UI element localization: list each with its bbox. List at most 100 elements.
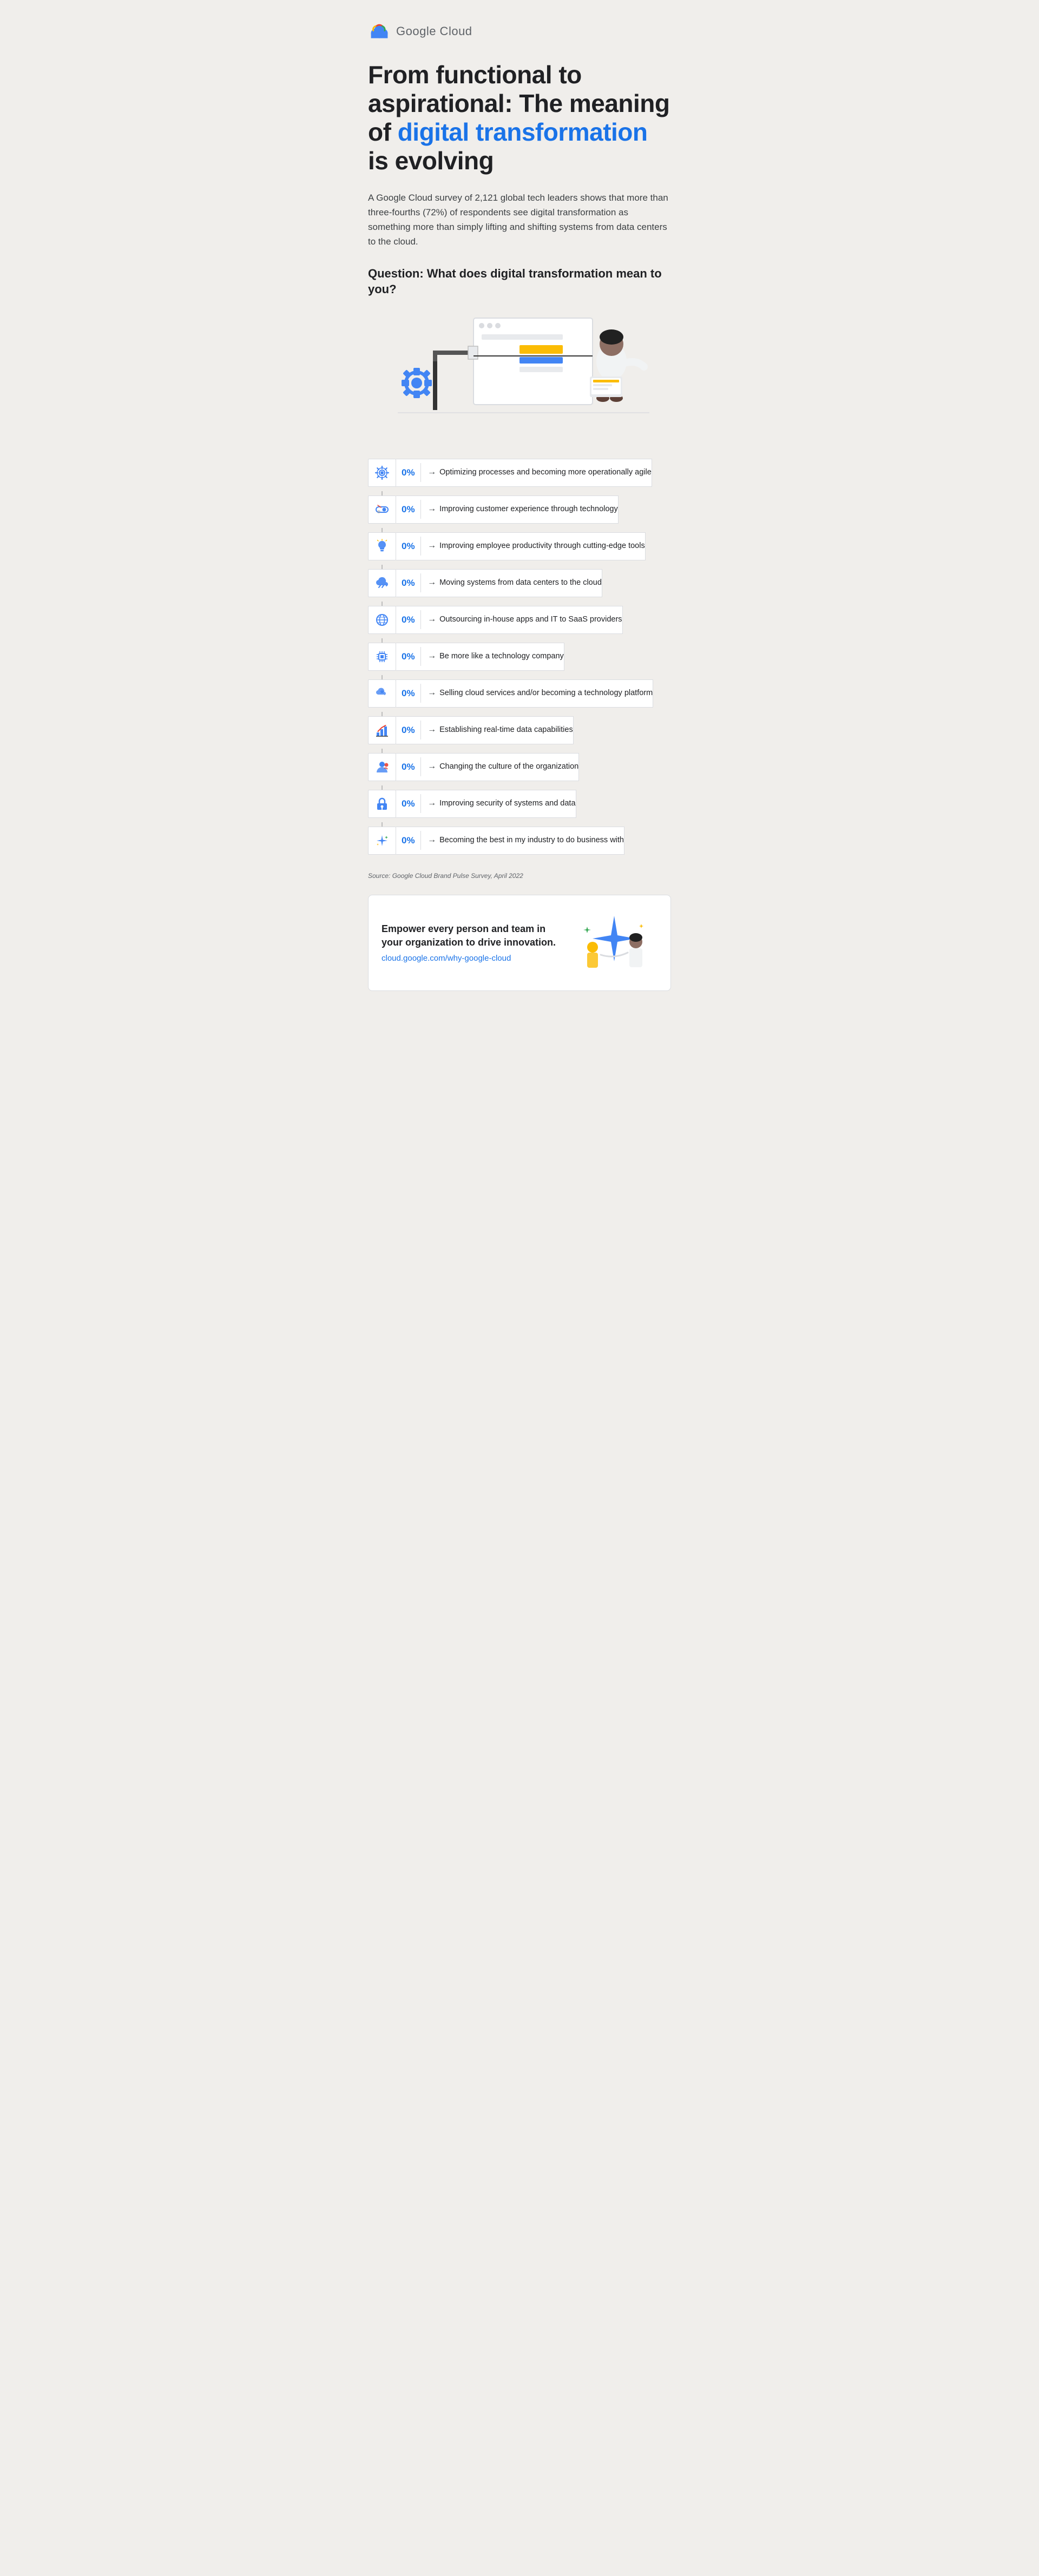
list-item: 0% → Outsourcing in-house apps and IT to…	[368, 606, 671, 643]
star-cloud-icon	[374, 686, 390, 701]
bar-section-3: 0% → Improving employee productivity thr…	[396, 532, 646, 560]
bar-section-8: 0% → Establishing real-time data capabil…	[396, 716, 574, 744]
list-item: 0% → Improving customer experience throu…	[368, 496, 671, 532]
pct-3: 0%	[396, 541, 420, 552]
header: Google Cloud	[368, 22, 671, 41]
icon-box-6	[368, 643, 396, 671]
icon-box-2	[368, 496, 396, 524]
pct-5: 0%	[396, 615, 420, 625]
pct-10: 0%	[396, 798, 420, 809]
question: Question: What does digital transformati…	[368, 266, 671, 297]
bar-section-6: 0% → Be more like a technology company	[396, 643, 564, 671]
pct-7: 0%	[396, 688, 420, 699]
icon-box-10	[368, 790, 396, 818]
illustration	[368, 313, 671, 453]
label-4: → Moving systems from data centers to th…	[421, 577, 602, 589]
label-8: → Establishing real-time data capabiliti…	[421, 724, 573, 736]
chart-row-6: 0% → Be more like a technology company	[368, 643, 564, 671]
page: Google Cloud From functional to aspirati…	[341, 0, 698, 1013]
icon-box-11	[368, 827, 396, 855]
icon-connector	[368, 565, 396, 569]
chart-row-9: 0% → Changing the culture of the organiz…	[368, 753, 579, 781]
list-item: 0% → Establishing real-time data capabil…	[368, 716, 671, 753]
label-7: → Selling cloud services and/or becoming…	[421, 688, 653, 699]
title-part2: is evolving	[368, 147, 494, 175]
cta-illustration	[571, 910, 657, 975]
chart-row-1: 0% → Optimizing processes and becoming m…	[368, 459, 652, 487]
pct-11: 0%	[396, 835, 420, 846]
list-item: 0% → Improving security of systems and d…	[368, 790, 671, 827]
icon-connector	[368, 712, 396, 716]
chart-row-10: 0% → Improving security of systems and d…	[368, 790, 576, 818]
chart-row-4: 0% → Moving systems from data centers to…	[368, 569, 602, 597]
list-item: 0% → Optimizing processes and becoming m…	[368, 459, 671, 496]
bar-section-9: 0% → Changing the culture of the organiz…	[396, 753, 579, 781]
cta-link[interactable]: cloud.google.com/why-google-cloud	[382, 954, 560, 963]
label-1: → Optimizing processes and becoming more…	[421, 467, 652, 478]
arrow-1: →	[428, 467, 436, 478]
chart-row-3: 0% → Improving employee productivity thr…	[368, 532, 646, 560]
pct-8: 0%	[396, 725, 420, 736]
bar-section-4: 0% → Moving systems from data centers to…	[396, 569, 602, 597]
chart-row-2: 0% → Improving customer experience throu…	[368, 496, 619, 524]
bar-section-2: 0% → Improving customer experience throu…	[396, 496, 619, 524]
pct-2: 0%	[396, 504, 420, 515]
list-item: 0% → Moving systems from data centers to…	[368, 569, 671, 606]
icon-connector	[368, 528, 396, 532]
title-highlight: digital transformation	[398, 118, 648, 146]
list-item: 0% → Selling cloud services and/or becom…	[368, 679, 671, 716]
chart-row-5: 0% → Outsourcing in-house apps and IT to…	[368, 606, 623, 634]
bar-section-10: 0% → Improving security of systems and d…	[396, 790, 576, 818]
label-5: → Outsourcing in-house apps and IT to Sa…	[421, 614, 622, 625]
label-6: → Be more like a technology company	[421, 651, 564, 662]
list-item: 0% → Be more like a technology company	[368, 643, 671, 679]
bar-section-1: 0% → Optimizing processes and becoming m…	[396, 459, 652, 487]
person-icon	[374, 759, 390, 775]
icon-box-9	[368, 753, 396, 781]
pct-6: 0%	[396, 651, 420, 662]
google-cloud-logo: Google Cloud	[368, 22, 472, 41]
cloud-icon	[374, 576, 390, 591]
bar-section-11: 0% → Becoming the best in my industry to…	[396, 827, 624, 855]
chip-icon	[374, 649, 390, 664]
sparkle-icon	[374, 833, 390, 848]
chart-row-11: 0% → Becoming the best in my industry to…	[368, 827, 624, 855]
chart-row-8: 0% → Establishing real-time data capabil…	[368, 716, 574, 744]
icon-connector	[368, 491, 396, 496]
lightbulb-icon	[374, 539, 390, 554]
icon-connector	[368, 602, 396, 606]
icon-box-7	[368, 679, 396, 708]
pct-9: 0%	[396, 762, 420, 772]
description: A Google Cloud survey of 2,121 global te…	[368, 190, 671, 249]
label-2: → Improving customer experience through …	[421, 504, 618, 515]
label-9: → Changing the culture of the organizati…	[421, 761, 578, 772]
google-cloud-logo-icon	[368, 22, 391, 41]
pct-1: 0%	[396, 467, 420, 478]
icon-box-5	[368, 606, 396, 634]
label-3: → Improving employee productivity throug…	[421, 540, 645, 552]
icon-box-8	[368, 716, 396, 744]
logo-text: Google Cloud	[396, 24, 472, 38]
list-item: 0% → Improving employee productivity thr…	[368, 532, 671, 569]
chart-icon	[374, 723, 390, 738]
icon-connector	[368, 785, 396, 790]
lock-icon	[374, 796, 390, 811]
pct-4: 0%	[396, 578, 420, 589]
chart-row-7: 0% → Selling cloud services and/or becom…	[368, 679, 653, 708]
main-title: From functional to aspirational: The mea…	[368, 61, 671, 175]
cta-text: Empower every person and team in your or…	[382, 922, 560, 963]
globe-icon	[374, 612, 390, 628]
icon-box-1	[368, 459, 396, 487]
icon-box-4	[368, 569, 396, 597]
icon-box-3	[368, 532, 396, 560]
cta-title: Empower every person and team in your or…	[382, 922, 560, 949]
list-item: 0% → Becoming the best in my industry to…	[368, 827, 671, 859]
cta-box: Empower every person and team in your or…	[368, 895, 671, 991]
bar-section-5: 0% → Outsourcing in-house apps and IT to…	[396, 606, 623, 634]
gear-icon	[374, 465, 390, 480]
icon-connector	[368, 675, 396, 679]
chart-container: 0% → Optimizing processes and becoming m…	[368, 459, 671, 859]
list-item: 0% → Changing the culture of the organiz…	[368, 753, 671, 790]
icon-connector	[368, 749, 396, 753]
icon-connector	[368, 822, 396, 827]
